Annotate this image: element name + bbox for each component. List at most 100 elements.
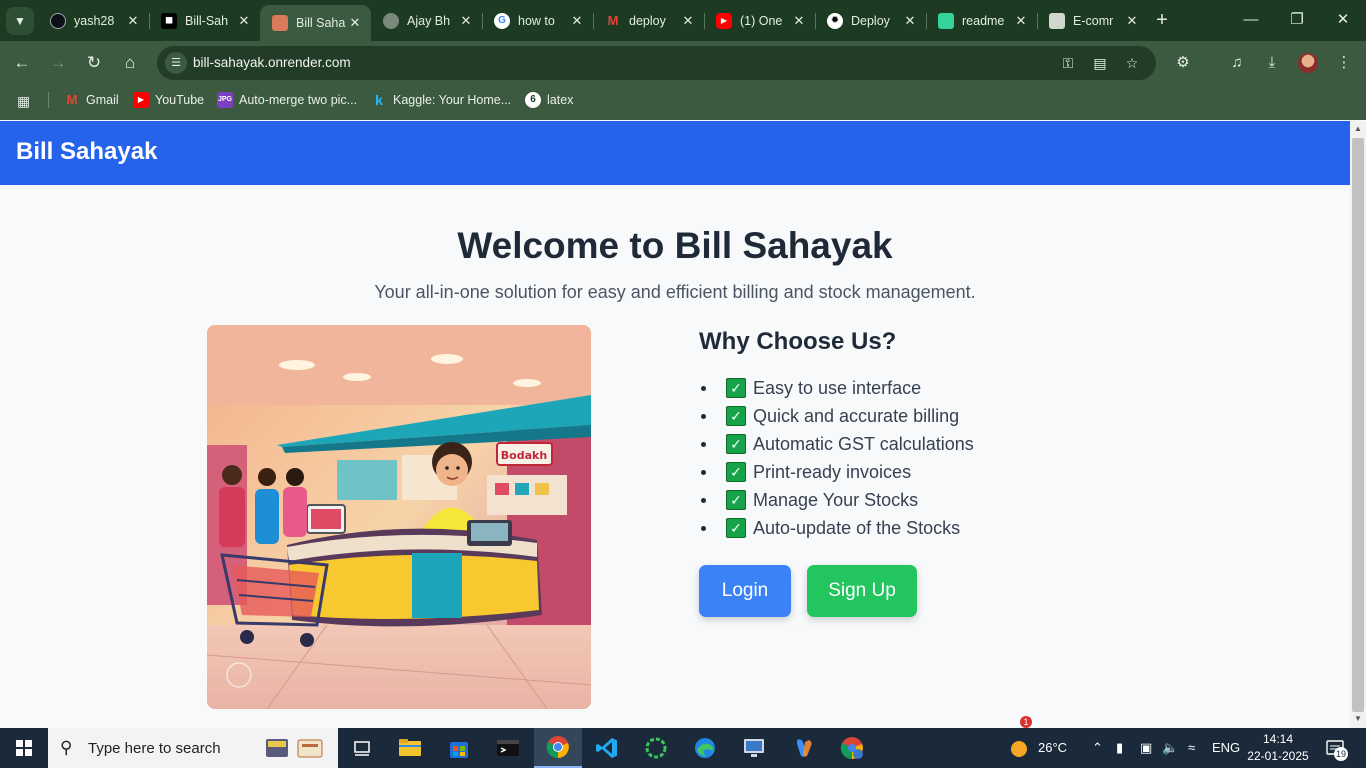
copilot-icon[interactable] [779, 728, 827, 768]
why-choose-heading: Why Choose Us? [699, 328, 897, 355]
bookmark-auto-merge[interactable]: JPG Auto-merge two pic... [217, 90, 357, 110]
wifi-icon[interactable]: ≈ [1188, 728, 1195, 768]
tab-title: deploy [629, 14, 666, 28]
close-window-icon[interactable]: ✕ [1320, 0, 1366, 41]
close-icon[interactable]: ✕ [902, 13, 918, 29]
volume-icon[interactable]: 🔈 [1162, 728, 1178, 768]
overleaf-icon: 6 [525, 92, 541, 108]
feature-text: Easy to use interface [753, 377, 922, 398]
tab-title: Deploy [851, 14, 890, 28]
tab-youtube[interactable]: ▶ (1) One ✕ [704, 5, 816, 37]
circular-app-icon[interactable] [632, 728, 680, 768]
checkmark-icon: ✓ [726, 434, 746, 454]
tab-title: Ajay Bh [407, 14, 451, 28]
chrome-taskbar-icon[interactable] [534, 728, 582, 768]
close-icon[interactable]: ✕ [236, 13, 252, 29]
bookmark-kaggle[interactable]: k Kaggle: Your Home... [371, 90, 511, 110]
url-text[interactable]: bill-sahayak.onrender.com [193, 55, 351, 70]
restore-icon[interactable]: ❐ [1274, 0, 1320, 41]
tray-chevron-up-icon[interactable]: ⌃ [1092, 728, 1103, 768]
new-tab-plus-icon[interactable]: + [1152, 9, 1172, 31]
close-icon[interactable]: ✕ [680, 13, 696, 29]
site-info-icon[interactable]: ☰ [165, 52, 187, 74]
tab-google[interactable]: G how to ✕ [482, 5, 594, 37]
windows-taskbar: ⚲ Type here to search 1 26°C ⌃ ▮ ▣ 🔈 ≈ E… [0, 716, 1366, 768]
list-item: ✓ Automatic GST calculations [699, 430, 974, 458]
scroll-up-arrow-icon[interactable]: ▲ [1354, 124, 1362, 133]
feature-text: Automatic GST calculations [753, 433, 974, 454]
search-icon: ⚲ [60, 738, 73, 757]
google-icon: G [494, 13, 510, 29]
password-key-icon[interactable]: ⚿ [1058, 54, 1078, 72]
minimize-icon[interactable]: — [1228, 0, 1274, 41]
address-bar[interactable]: ☰ bill-sahayak.onrender.com ⚿ ▤ ☆ [157, 46, 1156, 80]
vscode-icon[interactable] [583, 728, 631, 768]
feature-text: Quick and accurate billing [753, 405, 960, 426]
start-button[interactable] [0, 728, 48, 768]
store-checkout-illustration: Bodakh [207, 325, 591, 709]
tab-render[interactable]: ◼ Bill-Sah ✕ [149, 5, 261, 37]
close-icon[interactable]: ✕ [125, 13, 141, 29]
apps-grid-icon[interactable]: ▦ [17, 93, 33, 109]
bookmark-label: Auto-merge two pic... [239, 93, 358, 107]
bookmark-gmail[interactable]: M Gmail [64, 90, 119, 110]
site-brand[interactable]: Bill Sahayak [16, 138, 157, 166]
download-icon[interactable]: ⤓ [1261, 53, 1283, 73]
file-explorer-icon[interactable] [386, 728, 434, 768]
remote-desktop-icon[interactable] [730, 728, 778, 768]
gmail-icon: M [607, 13, 619, 28]
svg-text:Bodakh: Bodakh [501, 449, 547, 462]
display-icon[interactable]: ▣ [1140, 728, 1152, 768]
bookmark-label: Kaggle: Your Home... [393, 93, 512, 107]
checkmark-icon: ✓ [726, 406, 746, 426]
render-icon: ◼ [161, 13, 177, 29]
bookmark-star-icon[interactable]: ☆ [1122, 54, 1142, 72]
home-icon[interactable]: ⌂ [118, 51, 142, 75]
back-arrow-icon[interactable]: ← [10, 51, 34, 75]
close-icon[interactable]: ✕ [458, 13, 474, 29]
tab-search-chevron-icon[interactable]: ▼ [6, 7, 34, 35]
signup-button[interactable]: Sign Up [807, 565, 917, 617]
bookmark-youtube[interactable]: ▶ YouTube [133, 90, 204, 110]
language-indicator[interactable]: ENG [1212, 728, 1240, 768]
close-icon[interactable]: ✕ [347, 15, 363, 31]
scroll-down-arrow-icon[interactable]: ▼ [1354, 714, 1362, 723]
battery-icon[interactable]: ▮ [1116, 728, 1123, 768]
login-button[interactable]: Login [699, 565, 791, 617]
edge-icon[interactable] [681, 728, 729, 768]
scrollbar-thumb[interactable] [1352, 138, 1364, 712]
menu-kebab-icon[interactable]: ⋮ [1333, 53, 1355, 73]
system-clock[interactable]: 14:14 22-01-2025 [1240, 731, 1316, 765]
tab-chatgpt[interactable]: ✹ Deploy ✕ [815, 5, 927, 37]
tab-ecommerce[interactable]: E-comr ✕ [1037, 5, 1148, 37]
notification-center-icon[interactable]: 19 [1325, 738, 1348, 761]
bookmark-latex[interactable]: 6 latex [525, 90, 573, 110]
chrome-profile-icon[interactable] [828, 728, 876, 768]
microsoft-store-icon[interactable] [435, 728, 483, 768]
task-view-icon[interactable] [338, 728, 386, 768]
tab-gmail[interactable]: M deploy ✕ [593, 5, 705, 37]
gmail-icon: M [66, 92, 78, 107]
profile-avatar[interactable] [1298, 53, 1318, 73]
forward-arrow-icon[interactable]: → [46, 51, 70, 75]
tab-readme[interactable]: readme ✕ [926, 5, 1038, 37]
taskbar-search[interactable]: ⚲ Type here to search [48, 728, 338, 768]
translate-icon[interactable]: ▤ [1090, 54, 1110, 72]
close-icon[interactable]: ✕ [569, 13, 585, 29]
close-icon[interactable]: ✕ [1013, 13, 1029, 29]
search-placeholder: Type here to search [88, 740, 221, 757]
tab-ajay[interactable]: Ajay Bh ✕ [371, 5, 483, 37]
reload-icon[interactable]: ↻ [82, 51, 106, 75]
tab-title: yash28 [74, 14, 115, 28]
media-control-icon[interactable]: ♫ [1226, 53, 1248, 73]
close-icon[interactable]: ✕ [791, 13, 807, 29]
tab-bill-sahayak[interactable]: Bill Saha ✕ [260, 5, 371, 41]
extensions-puzzle-icon[interactable]: ⚙ [1172, 53, 1194, 73]
list-item: ✓ Easy to use interface [699, 374, 974, 402]
terminal-icon[interactable] [484, 728, 532, 768]
close-icon[interactable]: ✕ [1124, 13, 1140, 29]
list-item: ✓ Print-ready invoices [699, 458, 974, 486]
tab-github[interactable]: yash28 ✕ [38, 5, 150, 37]
checkmark-icon: ✓ [726, 490, 746, 510]
vertical-scrollbar[interactable]: ▲ ▼ [1350, 121, 1366, 728]
